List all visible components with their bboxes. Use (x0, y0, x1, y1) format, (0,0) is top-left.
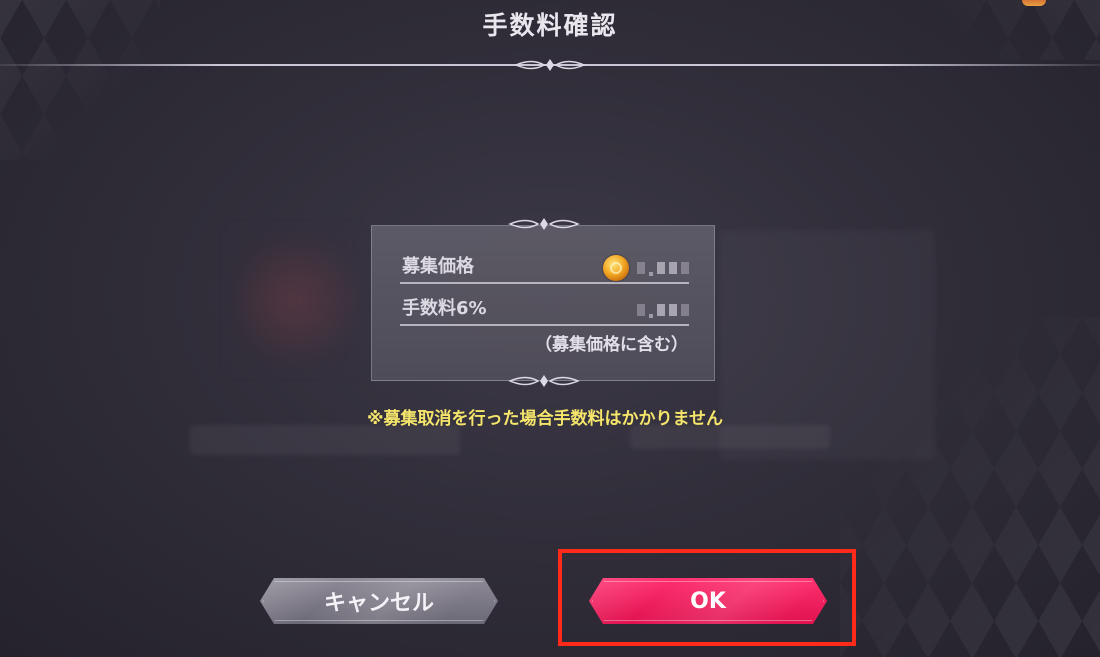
redacted-digit (669, 304, 677, 316)
fee-info-box: 募集価格 手数料6% （募集価格に含む） (371, 225, 715, 381)
ornament-icon (508, 218, 580, 230)
fee-row: 手数料6% (400, 294, 689, 326)
fee-confirmation-screen: 手数料確認 募集価格 手数料6% （募集価格に含む） ※募集取消を行った場合手数… (0, 0, 1100, 657)
redacted-digit (649, 272, 653, 276)
ornament-icon (508, 375, 580, 387)
blurred-background-card (230, 230, 360, 370)
ok-button[interactable]: OK (589, 578, 827, 624)
ornament-icon (514, 59, 586, 71)
redacted-digit (657, 304, 665, 316)
fee-note: （募集価格に含む） (535, 335, 688, 355)
redacted-digit (637, 262, 645, 274)
cancel-button-label: キャンセル (323, 591, 434, 616)
redacted-digit (637, 304, 645, 316)
redacted-digit (669, 262, 677, 274)
blurred-background-bar (190, 425, 460, 455)
coin-icon (603, 255, 629, 281)
redacted-digit (657, 262, 665, 274)
price-row: 募集価格 (400, 252, 689, 284)
price-value (603, 255, 689, 281)
redacted-digit (681, 262, 689, 274)
price-label: 募集価格 (402, 256, 474, 277)
fee-label: 手数料6% (402, 298, 487, 319)
redacted-digit (649, 314, 653, 318)
warning-text: ※募集取消を行った場合手数料はかかりません (366, 409, 724, 429)
dialog-title: 手数料確認 (482, 11, 618, 40)
cancel-button[interactable]: キャンセル (260, 578, 498, 624)
fee-value (637, 302, 689, 318)
redacted-digit (681, 304, 689, 316)
ok-button-label: OK (690, 588, 726, 614)
